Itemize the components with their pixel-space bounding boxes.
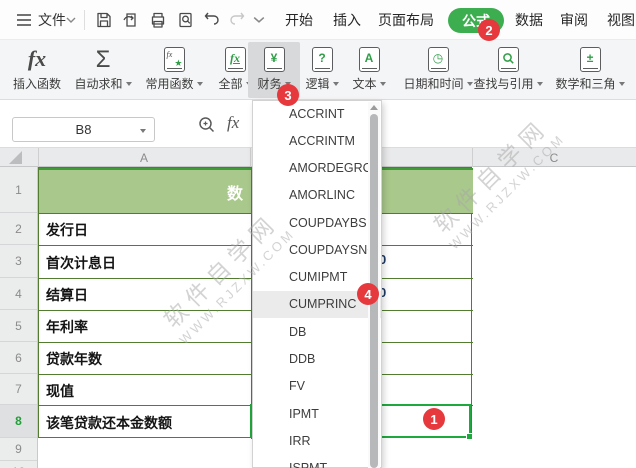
row-header-2[interactable]: 2 [0, 213, 37, 245]
menu-item-accrint[interactable]: ACCRINT [253, 101, 381, 128]
row-header-3[interactable]: 3 [0, 245, 37, 278]
row-header-9[interactable]: 9 [0, 438, 37, 461]
menu-item-amorlinc[interactable]: AMORLINC [253, 182, 381, 209]
export-icon[interactable] [122, 11, 140, 29]
autosum-icon: Σ [95, 46, 111, 73]
redo-icon [230, 12, 245, 25]
row-header-4[interactable]: 4 [0, 278, 37, 310]
tab-page-layout[interactable]: 页面布局 [378, 0, 434, 40]
tab-home[interactable]: 开始 [285, 0, 313, 40]
spreadsheet-app-window: 文件 开始 插入 页面布局 公式 数据 审阅 视图 fx 插入函数 Σ 自动求和… [0, 0, 636, 468]
text-functions-button[interactable]: A 文本 [347, 42, 391, 98]
row-header-6[interactable]: 6 [0, 342, 37, 374]
table-title-visible-text: 数 [227, 186, 244, 203]
print-icon[interactable] [149, 11, 167, 29]
menu-item-fv[interactable]: FV [253, 373, 381, 400]
common-functions-icon: fx ★ [163, 47, 185, 72]
row-header-5[interactable]: 5 [0, 310, 37, 342]
text-book-icon: A [358, 47, 380, 72]
menu-item-accrintm[interactable]: ACCRINTM [253, 128, 381, 155]
row-header-8-selected[interactable]: 8 [0, 405, 37, 438]
tab-view[interactable]: 视图 [607, 0, 635, 40]
cell-a4[interactable]: 结算日 [46, 279, 88, 311]
math-book-icon: ± [579, 47, 601, 72]
column-header-c[interactable]: C [472, 148, 636, 167]
scroll-up-icon[interactable] [370, 105, 378, 110]
tab-insert[interactable]: 插入 [333, 0, 361, 40]
print-preview-icon[interactable] [177, 11, 195, 29]
cell-a5[interactable]: 年利率 [46, 311, 88, 343]
menu-item-coupdaybs[interactable]: COUPDAYBS [253, 210, 381, 237]
column-header-a[interactable]: A [38, 148, 250, 167]
lookup-book-icon [497, 47, 519, 72]
file-menu-button[interactable]: 文件 [38, 0, 66, 40]
autosum-button[interactable]: Σ 自动求和 [70, 42, 136, 98]
all-functions-icon: fx [224, 47, 246, 72]
math-trig-functions-button[interactable]: ± 数学和三角 [552, 42, 628, 98]
insert-function-button[interactable]: fx 插入函数 [6, 42, 68, 98]
more-icon[interactable] [253, 11, 265, 29]
menu-item-irr[interactable]: IRR [253, 428, 381, 455]
cell-a3[interactable]: 首次计息日 [46, 246, 116, 279]
select-all-corner[interactable] [9, 151, 22, 164]
cell-a2[interactable]: 发行日 [46, 214, 88, 246]
logic-book-icon: ? [311, 47, 333, 72]
row-header-1[interactable]: 1 [0, 167, 37, 213]
datetime-functions-button[interactable]: ◷ 日期和时间 [403, 42, 473, 98]
financial-book-icon: ¥ [263, 47, 285, 72]
fill-handle[interactable] [466, 433, 473, 440]
ribbon-toolbar: fx 插入函数 Σ 自动求和 fx ★ 常用函数 fx 全部 ¥ 财务 ? 逻辑 … [0, 40, 636, 100]
undo-icon[interactable] [203, 11, 221, 29]
menu-item-ddb[interactable]: DDB [253, 346, 381, 373]
step-badge-3: 3 [277, 84, 299, 106]
fx-formula-icon[interactable]: fx [227, 113, 239, 133]
step-badge-1: 1 [423, 408, 445, 430]
row-headers: 1 2 3 4 5 6 7 8 9 10 [0, 167, 38, 468]
cell-a8[interactable]: 该笔贷款还本金数额 [46, 406, 172, 439]
menu-item-ipmt[interactable]: IPMT [253, 401, 381, 428]
cell-a6[interactable]: 贷款年数 [46, 343, 102, 375]
datetime-book-icon: ◷ [427, 47, 449, 72]
hamburger-icon[interactable] [16, 0, 32, 40]
menu-item-ispmt[interactable]: ISPMT [253, 455, 381, 468]
name-box-value: B8 [75, 122, 92, 137]
step-badge-2: 2 [478, 19, 500, 41]
row-header-7[interactable]: 7 [0, 374, 37, 405]
save-icon[interactable] [95, 11, 113, 29]
name-box-caret-icon[interactable] [140, 129, 146, 133]
menu-item-db[interactable]: DB [253, 319, 381, 346]
magnifier-icon[interactable] [197, 115, 217, 135]
menu-item-coupdaysnc[interactable]: COUPDAYSNC [253, 237, 381, 264]
menu-item-amordegrc[interactable]: AMORDEGRC [253, 155, 381, 182]
tab-data[interactable]: 数据 [515, 0, 543, 40]
cell-a7[interactable]: 现值 [46, 375, 74, 406]
tab-review[interactable]: 审阅 [560, 0, 588, 40]
divider [84, 10, 85, 30]
logic-functions-button[interactable]: ? 逻辑 [300, 42, 344, 98]
lookup-functions-button[interactable]: 查找与引用 [472, 42, 544, 98]
common-functions-button[interactable]: fx ★ 常用函数 [140, 42, 208, 98]
insert-function-icon: fx [27, 46, 47, 71]
title-bar: 文件 开始 插入 页面布局 公式 数据 审阅 视图 [0, 0, 636, 40]
chevron-down-icon[interactable] [66, 0, 76, 40]
row-header-10[interactable]: 10 [0, 461, 37, 468]
name-box[interactable]: B8 [12, 117, 155, 142]
step-badge-4: 4 [357, 283, 379, 305]
